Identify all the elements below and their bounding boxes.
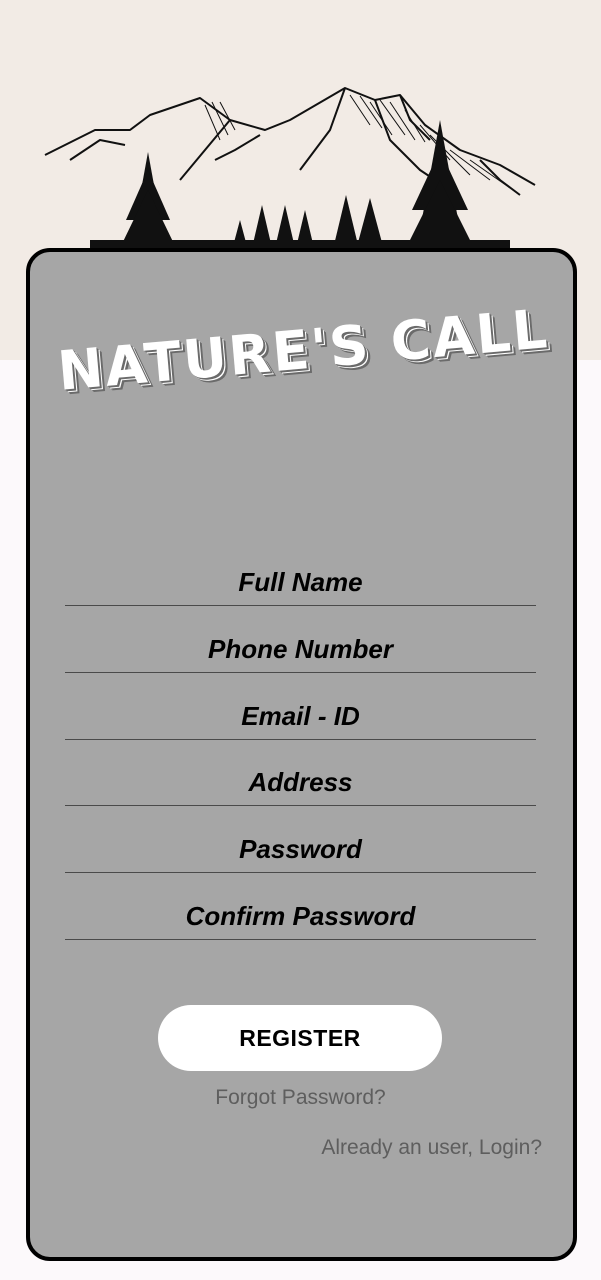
register-button[interactable]: REGISTER: [158, 1005, 442, 1071]
full-name-field[interactable]: Full Name: [65, 562, 536, 606]
phone-number-field[interactable]: Phone Number: [65, 629, 536, 673]
password-placeholder: Password: [239, 834, 362, 864]
address-placeholder: Address: [248, 767, 353, 797]
mountains-forest-icon: [44, 87, 536, 250]
confirm-password-placeholder: Confirm Password: [185, 901, 416, 931]
forgot-password-link[interactable]: Forgot Password?: [0, 1086, 601, 1110]
confirm-password-field[interactable]: Confirm Password: [65, 896, 536, 940]
address-field[interactable]: Address: [65, 762, 536, 806]
email-field[interactable]: Email - ID: [65, 696, 536, 740]
login-link[interactable]: Already an user, Login?: [321, 1136, 542, 1160]
email-placeholder: Email - ID: [241, 701, 360, 731]
phone-number-placeholder: Phone Number: [208, 634, 393, 664]
password-field[interactable]: Password: [65, 829, 536, 873]
full-name-placeholder: Full Name: [238, 567, 363, 597]
